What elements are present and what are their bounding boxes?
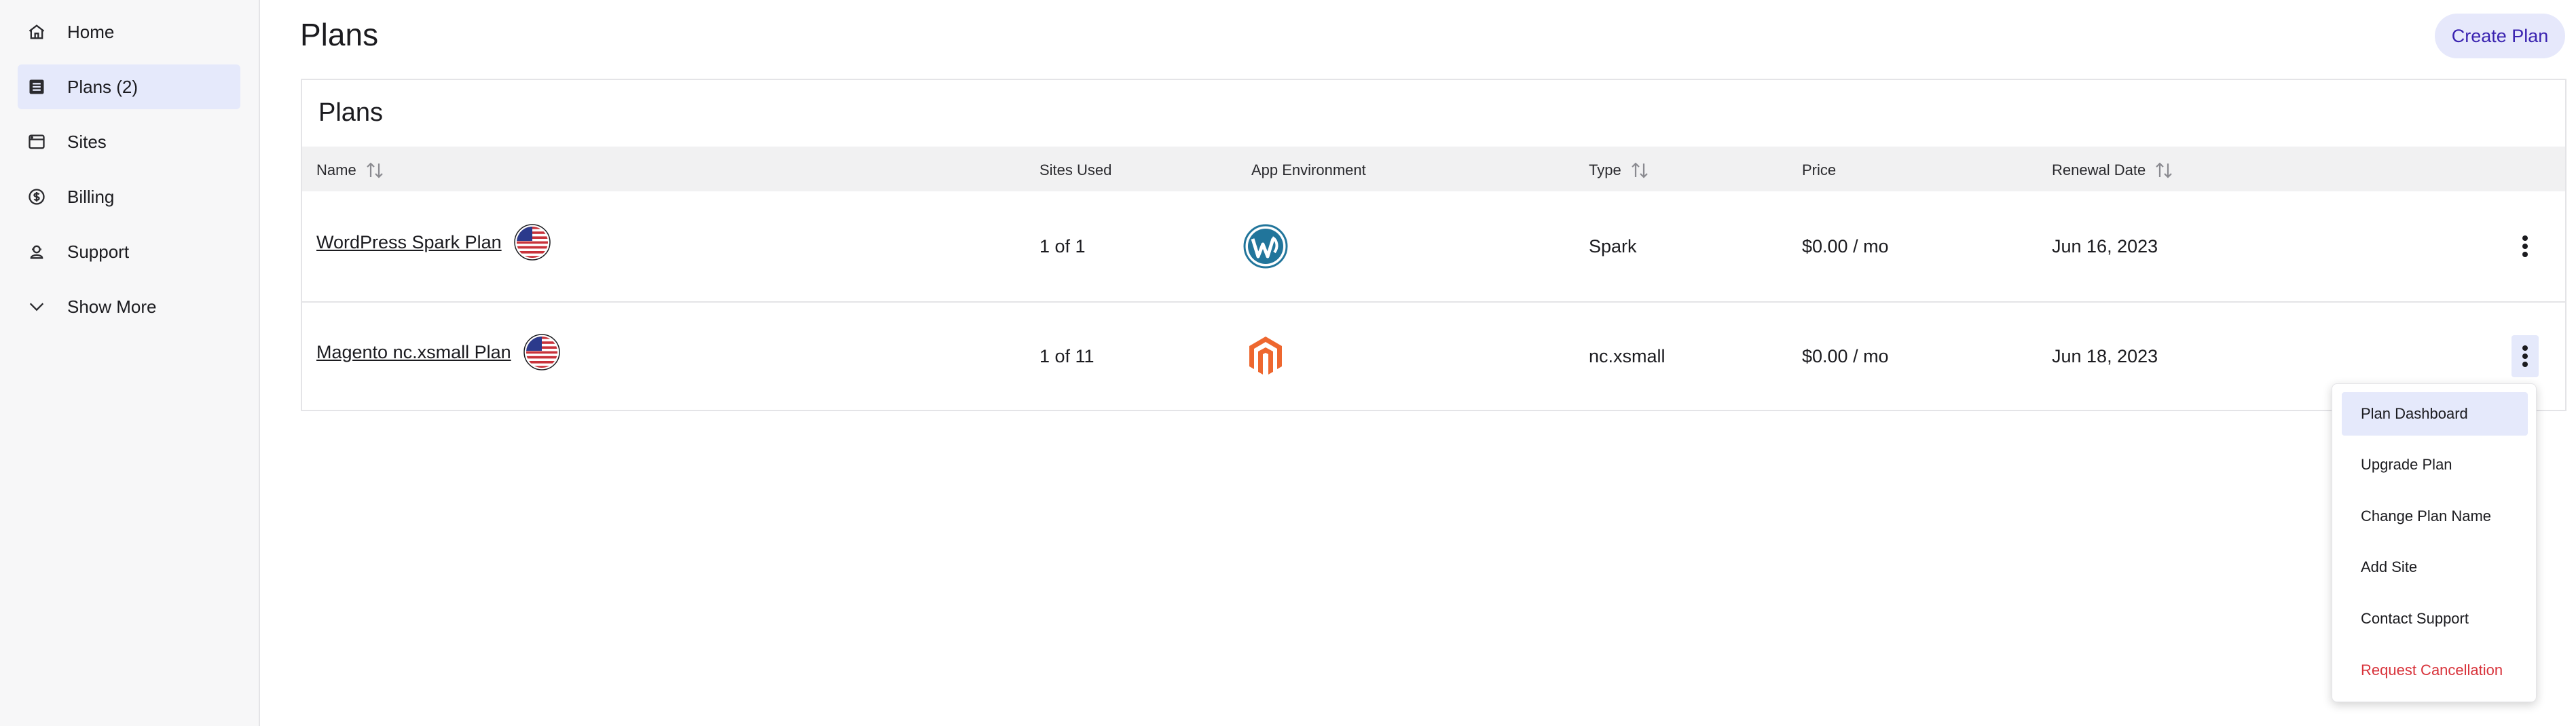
- app-environment-cell: [1243, 191, 1288, 301]
- column-header-price: Price: [1802, 161, 1836, 179]
- sidebar-item-label: Plans (2): [67, 76, 139, 97]
- sites-used-cell: 1 of 1: [1039, 235, 1086, 256]
- column-label: Name: [316, 161, 356, 178]
- column-label: Price: [1802, 161, 1837, 178]
- table-row: WordPress Spark Plan 1 of 1 Spark $0.00 …: [302, 191, 2565, 303]
- sidebar-item-label: Sites: [67, 131, 107, 152]
- card-title: Plans: [318, 98, 384, 127]
- column-label: App Environment: [1251, 161, 1366, 178]
- sort-icon[interactable]: [1630, 161, 1650, 179]
- create-plan-button[interactable]: Create Plan: [2435, 14, 2565, 58]
- renewal-date-cell: Jun 18, 2023: [2052, 345, 2158, 366]
- home-icon: [29, 24, 45, 39]
- table-header: Name Sites Used App Environment Type Pri…: [302, 147, 2565, 191]
- kebab-menu-icon: [2522, 235, 2528, 257]
- us-flag-icon: [513, 224, 551, 261]
- type-cell: nc.xsmall: [1589, 345, 1666, 366]
- sidebar-item-billing[interactable]: Billing: [18, 174, 240, 219]
- kebab-menu-icon: [2522, 345, 2528, 367]
- billing-icon: [29, 189, 45, 205]
- sites-icon: [29, 134, 45, 149]
- sort-icon[interactable]: [365, 161, 385, 179]
- price-cell: $0.00 / mo: [1802, 235, 1889, 256]
- column-header-renewal-date[interactable]: Renewal Date: [2052, 161, 2174, 179]
- sidebar-item-label: Home: [67, 21, 115, 42]
- wordpress-logo-icon: [1243, 224, 1288, 269]
- type-cell: Spark: [1589, 235, 1637, 256]
- table-row: Magento nc.xsmall Plan 1 of 11 nc.xsmall…: [302, 301, 2565, 411]
- sidebar-item-home[interactable]: Home: [18, 9, 240, 54]
- menu-item-change-plan-name[interactable]: Change Plan Name: [2342, 495, 2528, 538]
- sidebar-item-plans[interactable]: Plans (2): [18, 64, 240, 109]
- sidebar-item-label: Billing: [67, 186, 115, 207]
- column-label: Type: [1589, 161, 1621, 178]
- plan-name-link[interactable]: WordPress Spark Plan: [316, 232, 502, 253]
- column-header-app-environment: App Environment: [1251, 161, 1366, 179]
- sites-used-cell: 1 of 11: [1039, 345, 1094, 366]
- renewal-date-cell: Jun 16, 2023: [2052, 235, 2158, 256]
- sidebar-item-sites[interactable]: Sites: [18, 119, 240, 164]
- column-header-sites-used: Sites Used: [1039, 161, 1111, 179]
- menu-item-plan-dashboard[interactable]: Plan Dashboard: [2342, 392, 2528, 436]
- plans-icon: [29, 79, 44, 94]
- price-cell: $0.00 / mo: [1802, 345, 1889, 366]
- chevron-down-icon: [29, 303, 44, 311]
- magento-logo-icon: [1249, 337, 1282, 375]
- menu-item-upgrade-plan[interactable]: Upgrade Plan: [2342, 443, 2528, 486]
- sidebar-item-label: Show More: [67, 296, 157, 317]
- support-icon: [30, 245, 43, 259]
- menu-item-contact-support[interactable]: Contact Support: [2342, 597, 2528, 641]
- menu-item-request-cancellation[interactable]: Request Cancellation: [2342, 649, 2528, 692]
- row-actions-button[interactable]: [2511, 225, 2539, 267]
- column-header-name[interactable]: Name: [316, 161, 385, 179]
- menu-item-add-site[interactable]: Add Site: [2342, 546, 2528, 589]
- sidebar: Home Plans (2) Sites Billing Support Sho…: [0, 0, 260, 726]
- row-actions-button[interactable]: [2511, 335, 2539, 377]
- sort-icon[interactable]: [2154, 161, 2174, 179]
- sidebar-item-support[interactable]: Support: [18, 229, 240, 274]
- plans-card: Plans Name Sites Used App Environment Ty…: [301, 79, 2566, 411]
- sidebar-item-label: Support: [67, 241, 130, 262]
- plan-name-link[interactable]: Magento nc.xsmall Plan: [316, 342, 511, 363]
- plan-name-cell: Magento nc.xsmall Plan: [316, 297, 560, 407]
- column-header-type[interactable]: Type: [1589, 161, 1650, 179]
- column-label: Renewal Date: [2052, 161, 2146, 178]
- app-environment-cell: [1243, 301, 1288, 411]
- us-flag-icon: [523, 334, 560, 370]
- sidebar-item-show-more[interactable]: Show More: [18, 284, 240, 329]
- column-label: Sites Used: [1039, 161, 1112, 178]
- page-title: Plans: [300, 17, 379, 52]
- row-actions-menu: Plan Dashboard Upgrade Plan Change Plan …: [2332, 383, 2537, 702]
- plan-name-cell: WordPress Spark Plan: [316, 187, 551, 297]
